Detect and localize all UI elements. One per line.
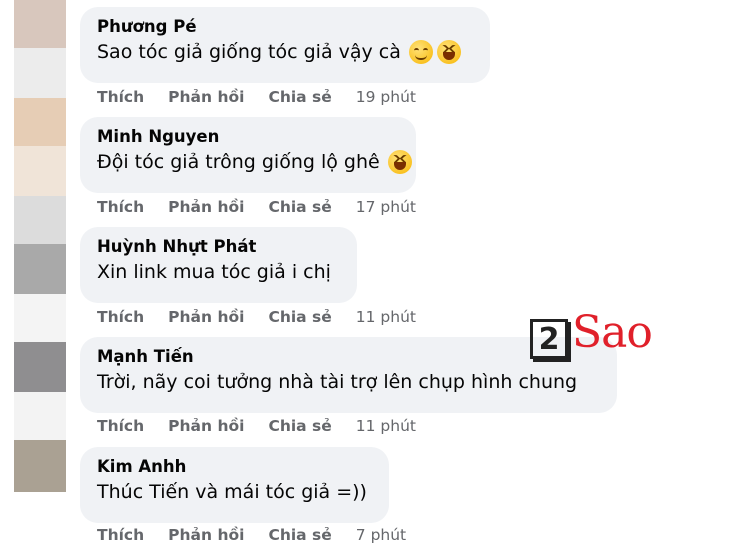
comment-text: Trời, nãy coi tưởng nhà tài trợ lên chụp… (97, 368, 599, 396)
comment-actions: Thích Phản hồi Chia sẻ 19 phút (97, 87, 416, 107)
like-button[interactable]: Thích (97, 197, 144, 217)
reply-button[interactable]: Phản hồi (168, 307, 244, 327)
logo-word: Sao (572, 307, 653, 358)
comment-actions: Thích Phản hồi Chia sẻ 17 phút (97, 197, 416, 217)
relieved-face-emoji-icon (408, 40, 433, 64)
comment-item: Minh Nguyen Đội tóc giả trông giống lộ g… (0, 110, 747, 220)
comment-author[interactable]: Phương Pé (97, 16, 472, 38)
reply-button[interactable]: Phản hồi (168, 525, 244, 545)
comment-actions: Thích Phản hồi Chia sẻ 11 phút (97, 416, 416, 436)
like-button[interactable]: Thích (97, 307, 144, 327)
comment-timestamp[interactable]: 7 phút (356, 525, 406, 545)
comment-timestamp[interactable]: 11 phút (356, 416, 416, 436)
comment-text-content: Trời, nãy coi tưởng nhà tài trợ lên chụp… (97, 371, 578, 393)
comment-author[interactable]: Kim Anhh (97, 456, 371, 478)
grinning-squinting-face-emoji-icon (436, 40, 461, 64)
comment-text-content: Đội tóc giả trông giống lộ ghê (97, 151, 380, 173)
comment-text: Đội tóc giả trông giống lộ ghê (97, 148, 412, 176)
comment-text: Sao tóc giả giống tóc giả vậy cà (97, 38, 472, 66)
comment-bubble: Huỳnh Nhựt Phát Xin link mua tóc giả i c… (80, 227, 357, 303)
comment-timestamp[interactable]: 11 phút (356, 307, 416, 327)
comment-author[interactable]: Huỳnh Nhựt Phát (97, 236, 339, 258)
comment-text: Thúc Tiến và mái tóc giả =)) (97, 478, 371, 506)
share-button[interactable]: Chia sẻ (268, 197, 331, 217)
share-button[interactable]: Chia sẻ (268, 307, 331, 327)
comment-text: Xin link mua tóc giả i chị (97, 258, 339, 286)
reply-button[interactable]: Phản hồi (168, 197, 244, 217)
comment-timestamp[interactable]: 17 phút (356, 197, 416, 217)
comment-actions: Thích Phản hồi Chia sẻ 7 phút (97, 525, 406, 545)
reply-button[interactable]: Phản hồi (168, 87, 244, 107)
like-button[interactable]: Thích (97, 416, 144, 436)
share-button[interactable]: Chia sẻ (268, 416, 331, 436)
comment-text-content: Thúc Tiến và mái tóc giả =)) (97, 481, 367, 503)
comment-text-content: Sao tóc giả giống tóc giả vậy cà (97, 41, 401, 63)
like-button[interactable]: Thích (97, 525, 144, 545)
comment-bubble: Phương Pé Sao tóc giả giống tóc giả vậy … (80, 7, 490, 83)
2sao-watermark-logo: 2 Sao (530, 307, 653, 363)
comment-author[interactable]: Minh Nguyen (97, 126, 398, 148)
grinning-squinting-face-emoji-icon (387, 150, 412, 174)
like-button[interactable]: Thích (97, 87, 144, 107)
comment-text-content: Xin link mua tóc giả i chị (97, 261, 331, 283)
comment-bubble: Minh Nguyen Đội tóc giả trông giống lộ g… (80, 117, 416, 193)
comment-item: Kim Anhh Thúc Tiến và mái tóc giả =)) Th… (0, 440, 747, 550)
comment-bubble: Kim Anhh Thúc Tiến và mái tóc giả =)) (80, 447, 389, 523)
comment-actions: Thích Phản hồi Chia sẻ 11 phút (97, 307, 416, 327)
comment-author[interactable]: Mạnh Tiến (97, 346, 599, 368)
share-button[interactable]: Chia sẻ (268, 87, 331, 107)
share-button[interactable]: Chia sẻ (268, 525, 331, 545)
comment-item: Phương Pé Sao tóc giả giống tóc giả vậy … (0, 0, 747, 110)
reply-button[interactable]: Phản hồi (168, 416, 244, 436)
comment-timestamp[interactable]: 19 phút (356, 87, 416, 107)
logo-number: 2 (530, 319, 568, 359)
